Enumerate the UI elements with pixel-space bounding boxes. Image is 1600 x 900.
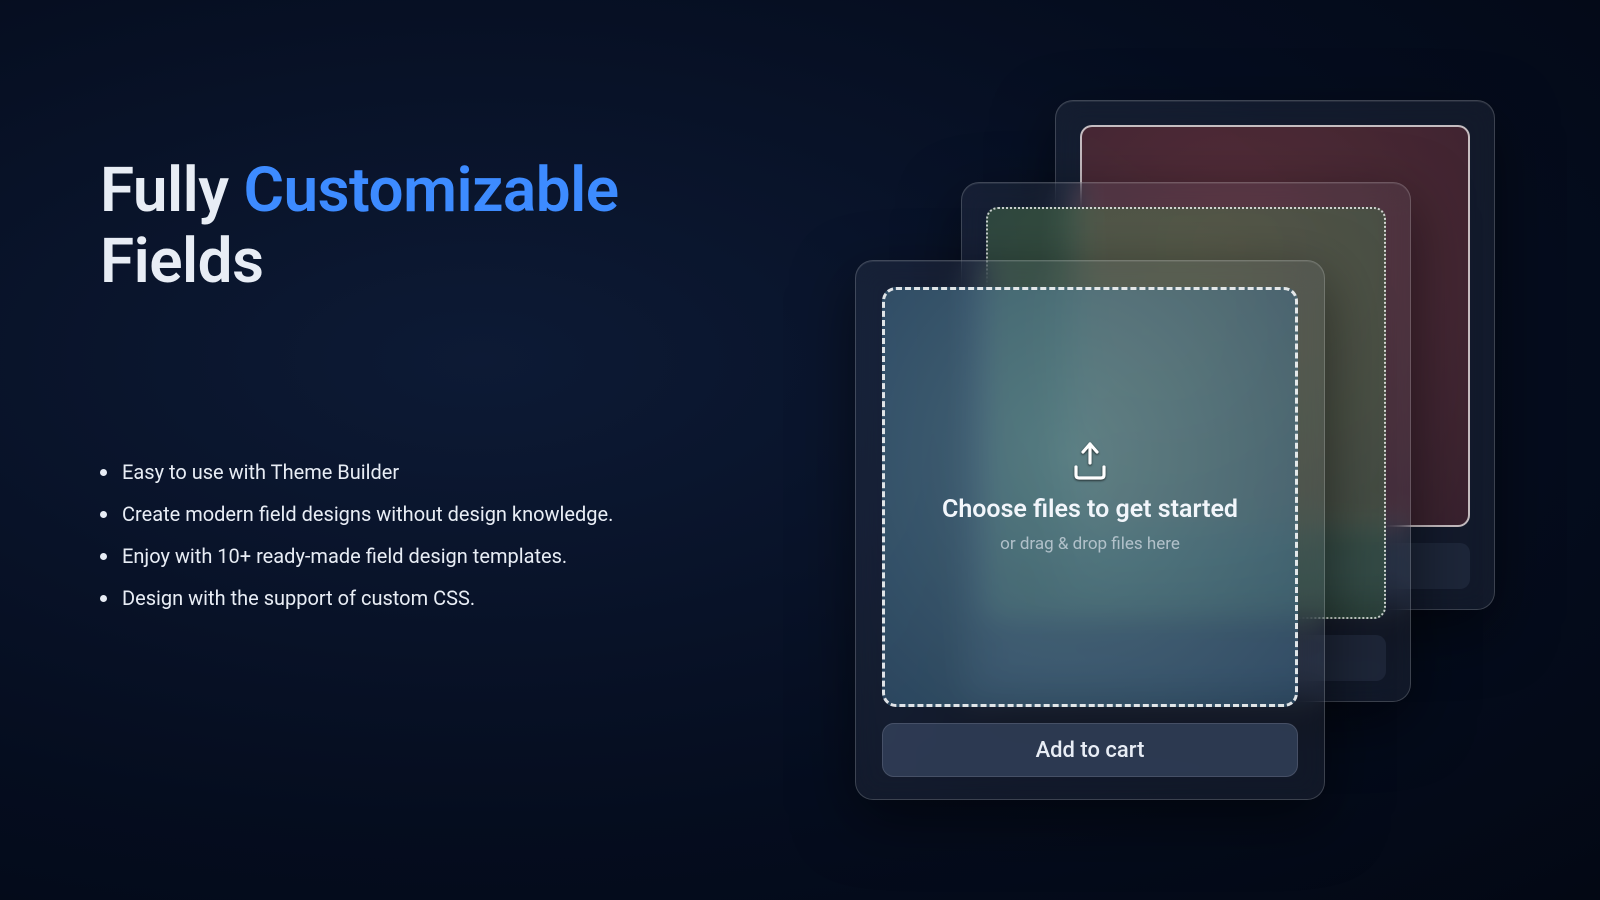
dropzone-subtitle: or drag & drop files here [1000,534,1180,554]
feature-item: Create modern field designs without desi… [100,500,740,528]
file-dropzone[interactable]: Choose files to get started or drag & dr… [882,287,1298,707]
upload-icon [1068,441,1112,485]
add-to-cart-label: Add to cart [1036,738,1145,763]
field-card-front: Choose files to get started or drag & dr… [855,260,1325,800]
hero-text-block: Fully Customizable Fields Easy to use wi… [100,155,740,626]
headline-part2: Fields [100,225,263,298]
feature-item: Enjoy with 10+ ready-made field design t… [100,542,740,570]
feature-list: Easy to use with Theme Builder Create mo… [100,458,740,612]
add-to-cart-button[interactable]: Add to cart [882,723,1298,777]
headline-part1: Fully [100,154,243,227]
dropzone-title: Choose files to get started [942,495,1238,524]
feature-item: Easy to use with Theme Builder [100,458,740,486]
headline: Fully Customizable Fields [100,155,740,298]
card-stack: Choose files to get started or drag & dr… [855,100,1495,760]
headline-accent: Customizable [243,154,618,227]
feature-item: Design with the support of custom CSS. [100,584,740,612]
